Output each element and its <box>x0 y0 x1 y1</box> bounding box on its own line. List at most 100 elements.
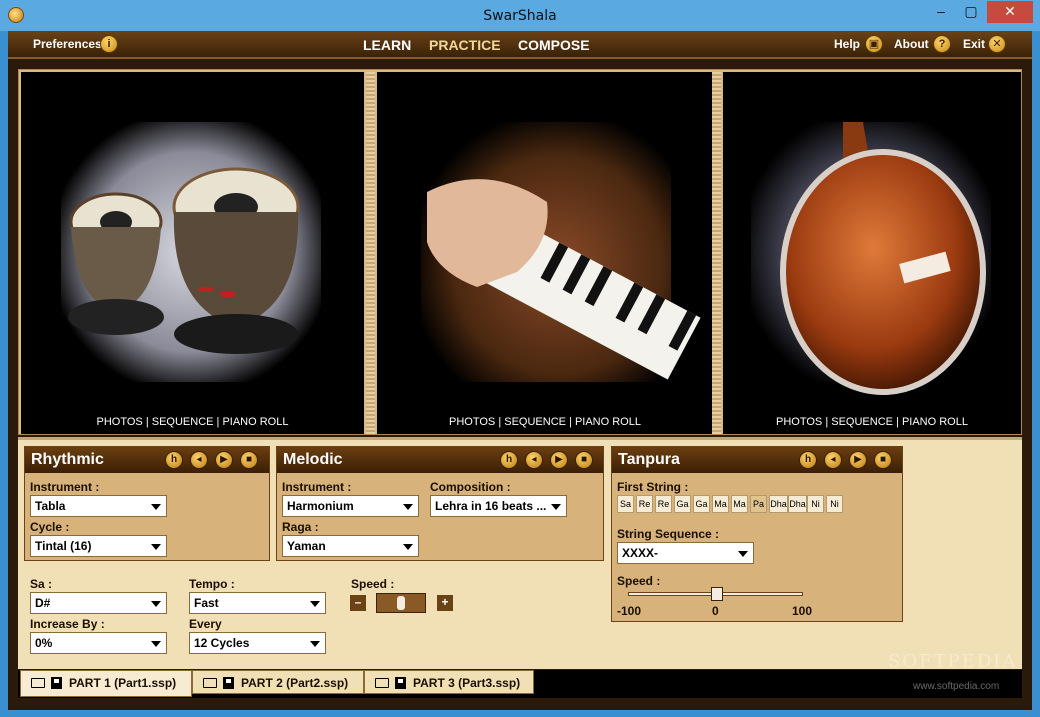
note-button[interactable]: Ga <box>674 495 691 513</box>
title-bar: SwarShala – ▢ ✕ <box>0 0 1040 31</box>
harmonium-caption[interactable]: PHOTOS | SEQUENCE | PIANO ROLL <box>377 416 713 428</box>
note-button[interactable]: Ma <box>712 495 729 513</box>
folder-open-icon[interactable] <box>375 678 389 688</box>
note-button[interactable]: Ma <box>731 495 748 513</box>
increase-by-label: Increase By : <box>30 617 105 631</box>
speed-knob[interactable] <box>397 596 405 610</box>
folder-open-icon[interactable] <box>203 678 217 688</box>
rhythmic-instrument-label: Instrument : <box>30 480 100 494</box>
save-icon[interactable] <box>51 677 62 689</box>
speed-max-label: 100 <box>792 604 813 618</box>
tabla-photo[interactable]: PHOTOS | SEQUENCE | PIANO ROLL <box>21 72 364 434</box>
folder-open-icon[interactable] <box>31 678 45 688</box>
tanpura-speed-slider[interactable] <box>628 587 803 601</box>
tabla-caption[interactable]: PHOTOS | SEQUENCE | PIANO ROLL <box>21 416 364 428</box>
tanpura-title: Tanpura <box>618 451 680 468</box>
stop-icon[interactable]: ■ <box>575 451 593 469</box>
question-icon[interactable]: ? <box>933 35 951 53</box>
composition-select[interactable]: Lehra in 16 beats ... <box>430 495 567 517</box>
string-sequence-label: String Sequence : <box>617 527 720 541</box>
exit-icon[interactable]: ✕ <box>988 35 1006 53</box>
minimize-button[interactable]: – <box>926 1 956 23</box>
client-area: Preferences i LEARN PRACTICE COMPOSE Hel… <box>8 31 1032 710</box>
rhythmic-instrument-select[interactable]: Tabla <box>30 495 167 517</box>
every-select[interactable]: 12 Cycles <box>189 632 326 654</box>
tanpura-speed-knob[interactable] <box>710 587 723 601</box>
help-h-icon[interactable]: h <box>799 451 817 469</box>
note-button[interactable]: Re <box>636 495 653 513</box>
help-h-icon[interactable]: h <box>500 451 518 469</box>
info-icon[interactable]: i <box>100 35 118 53</box>
raga-value: Yaman <box>287 539 326 553</box>
speed-label: Speed : <box>351 577 395 591</box>
note-button[interactable]: Pa <box>750 495 767 513</box>
tanpura-image <box>751 122 991 395</box>
volume-icon[interactable]: ◂ <box>190 451 208 469</box>
about-label[interactable]: About <box>894 37 929 51</box>
stop-icon[interactable]: ■ <box>240 451 258 469</box>
part-tabs: PART 1 (Part1.ssp) PART 2 (Part2.ssp) PA… <box>18 670 1022 698</box>
tanpura-caption[interactable]: PHOTOS | SEQUENCE | PIANO ROLL <box>723 416 1021 428</box>
note-button[interactable]: Sa <box>617 495 634 513</box>
increase-by-select[interactable]: 0% <box>30 632 167 654</box>
nav-learn[interactable]: LEARN <box>363 37 411 53</box>
speed-decrease-button[interactable]: – <box>350 595 366 611</box>
note-button[interactable]: Ga <box>693 495 710 513</box>
melodic-instrument-value: Harmonium <box>287 499 354 513</box>
sa-value: D# <box>35 596 51 610</box>
tempo-label: Tempo : <box>189 577 235 591</box>
string-sequence-value: XXXX- <box>622 546 659 560</box>
window-title: SwarShala <box>483 8 557 24</box>
tab-part-3[interactable]: PART 3 (Part3.ssp) <box>364 670 534 694</box>
speed-mid-label: 0 <box>712 604 719 618</box>
every-value: 12 Cycles <box>194 636 250 650</box>
volume-icon[interactable]: ◂ <box>525 451 543 469</box>
menu-bar: Preferences i LEARN PRACTICE COMPOSE Hel… <box>8 31 1032 59</box>
chevron-down-icon <box>310 601 320 607</box>
raga-select[interactable]: Yaman <box>282 535 419 557</box>
play-icon[interactable]: ▶ <box>550 451 568 469</box>
rhythmic-instrument-value: Tabla <box>35 499 66 513</box>
tanpura-box: Tanpura h ◂ ▶ ■ First String : Sa Re Re Ga G… <box>611 446 903 622</box>
note-button[interactable]: Dha <box>769 495 788 513</box>
note-button[interactable]: Ni <box>807 495 824 513</box>
stop-icon[interactable]: ■ <box>874 451 892 469</box>
tab-part-3-label: PART 3 (Part3.ssp) <box>413 676 521 690</box>
tempo-value: Fast <box>194 596 219 610</box>
tanpura-photo[interactable]: PHOTOS | SEQUENCE | PIANO ROLL <box>723 72 1021 434</box>
sa-select[interactable]: D# <box>30 592 167 614</box>
save-icon[interactable] <box>395 677 406 689</box>
help-h-icon[interactable]: h <box>165 451 183 469</box>
nav-practice[interactable]: PRACTICE <box>429 37 501 53</box>
chevron-down-icon <box>403 504 413 510</box>
note-button[interactable]: Dha <box>788 495 807 513</box>
tempo-select[interactable]: Fast <box>189 592 326 614</box>
volume-icon[interactable]: ◂ <box>824 451 842 469</box>
help-book-icon[interactable]: ▣ <box>865 35 883 53</box>
maximize-button[interactable]: ▢ <box>956 1 986 23</box>
harmonium-photo[interactable]: PHOTOS | SEQUENCE | PIANO ROLL <box>377 72 713 434</box>
save-icon[interactable] <box>223 677 234 689</box>
nav-compose[interactable]: COMPOSE <box>518 37 590 53</box>
chevron-down-icon <box>551 504 561 510</box>
chevron-down-icon <box>151 504 161 510</box>
note-button[interactable]: Re <box>655 495 672 513</box>
speed-slider[interactable] <box>376 593 426 613</box>
cycle-select[interactable]: Tintal (16) <box>30 535 167 557</box>
tab-part-2[interactable]: PART 2 (Part2.ssp) <box>192 670 364 694</box>
preferences-label[interactable]: Preferences <box>33 37 102 51</box>
play-icon[interactable]: ▶ <box>215 451 233 469</box>
close-button[interactable]: ✕ <box>987 1 1033 23</box>
melodic-instrument-select[interactable]: Harmonium <box>282 495 419 517</box>
melodic-title: Melodic <box>283 451 343 468</box>
photo-divider <box>366 72 375 434</box>
speed-increase-button[interactable]: + <box>437 595 453 611</box>
tab-part-1[interactable]: PART 1 (Part1.ssp) <box>20 670 192 697</box>
raga-label: Raga : <box>282 520 319 534</box>
play-icon[interactable]: ▶ <box>849 451 867 469</box>
rhythmic-header: Rhythmic h ◂ ▶ ■ <box>25 447 269 473</box>
help-label[interactable]: Help <box>834 37 860 51</box>
string-sequence-select[interactable]: XXXX- <box>617 542 754 564</box>
exit-label[interactable]: Exit <box>963 37 985 51</box>
note-button[interactable]: Ni <box>826 495 843 513</box>
